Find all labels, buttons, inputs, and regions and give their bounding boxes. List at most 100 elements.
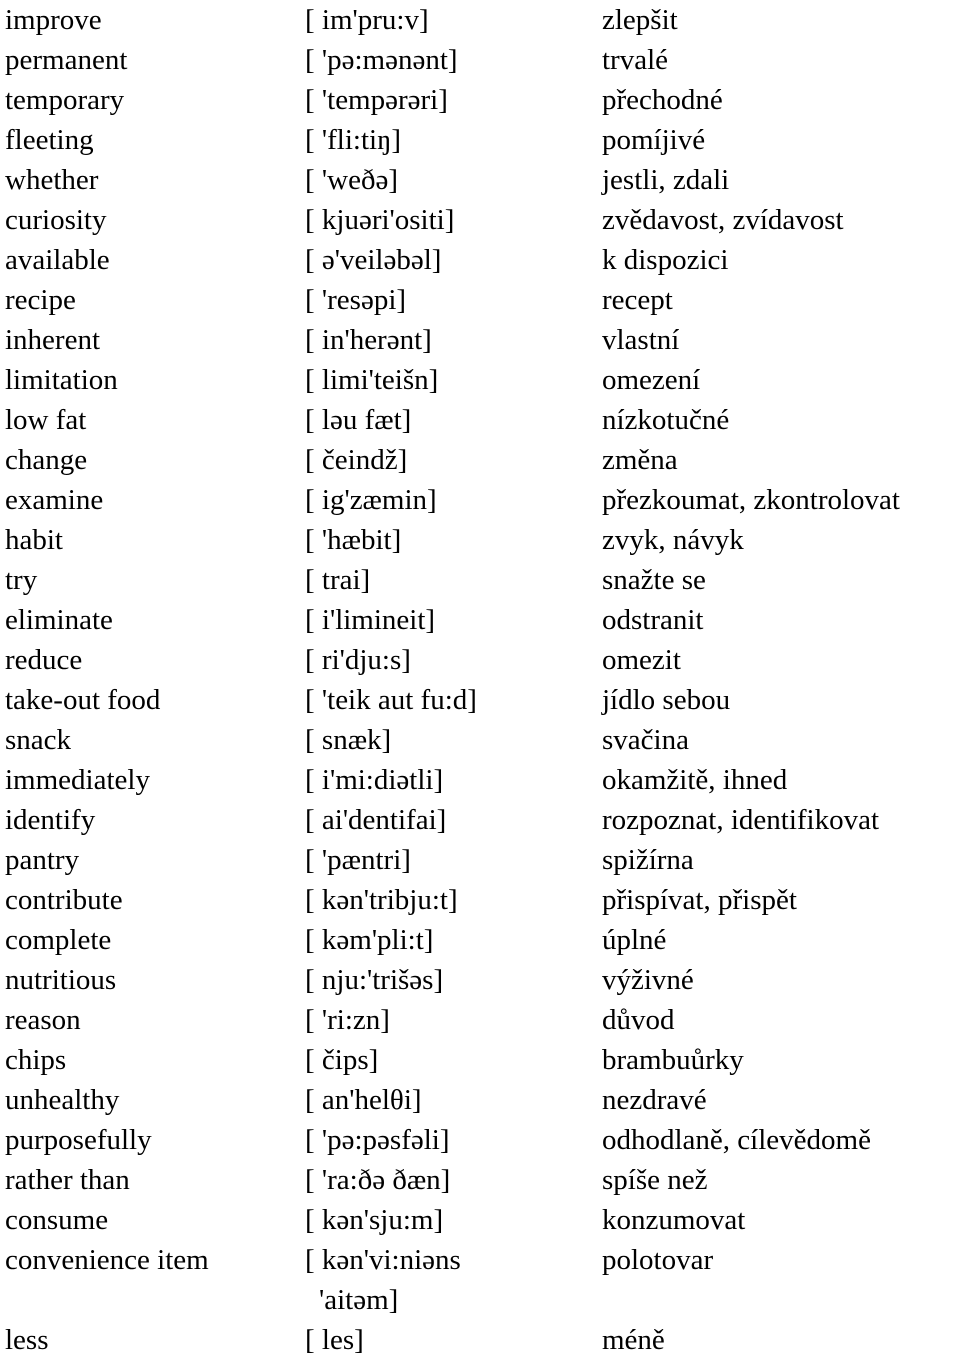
pronunciation-cell: [ čips] — [305, 1044, 379, 1076]
vocabulary-row: purposefully [ 'pə:pəsfəli] odhodlaně, cíl… — [0, 1120, 960, 1160]
pronunciation-cell: [ in'herənt] — [305, 324, 432, 356]
pronunciation-cell: [ ai'dentifai] — [305, 804, 447, 836]
translation-cell: k dispozici — [602, 244, 729, 276]
translation-cell: odstranit — [602, 604, 704, 636]
pronunciation-cell: [ čeindž] — [305, 444, 408, 476]
vocabulary-row: complete [ kəm'pli:t] úplné — [0, 920, 960, 960]
translation-cell-empty — [602, 1280, 960, 1320]
term-cell: unhealthy — [5, 1084, 120, 1116]
term-cell: nutritious — [5, 964, 117, 996]
translation-cell: změna — [602, 444, 678, 476]
translation-cell: přispívat, přispět — [602, 884, 797, 916]
term-cell: contribute — [5, 884, 123, 916]
pronunciation-cell: [ kəm'pli:t] — [305, 924, 434, 956]
pronunciation-cell: [ ri'dju:s] — [305, 644, 411, 676]
translation-cell: vlastní — [602, 324, 680, 356]
term-cell: reason — [5, 1004, 81, 1036]
vocabulary-row: habit [ 'hæbit] zvyk, návyk — [0, 520, 960, 560]
vocabulary-row: reason [ 'ri:zn] důvod — [0, 1000, 960, 1040]
vocabulary-page: improve [ im'pru:v] zlepšit permanent [ 'pə:… — [0, 0, 960, 1356]
pronunciation-cell: [ 'pə:mənənt] — [305, 44, 458, 76]
pronunciation-cell: [ 'weðə] — [305, 164, 398, 196]
translation-cell: jídlo sebou — [602, 684, 731, 716]
term-cell: fleeting — [5, 124, 94, 156]
translation-cell: nezdravé — [602, 1084, 707, 1116]
translation-cell: přezkoumat, zkontrolovat — [602, 484, 900, 516]
term-cell: rather than — [5, 1164, 130, 1196]
pronunciation-cell: [ 'hæbit] — [305, 524, 402, 556]
translation-cell: trvalé — [602, 44, 669, 76]
translation-cell: konzumovat — [602, 1204, 746, 1236]
term-cell: reduce — [5, 644, 83, 676]
pronunciation-cell: [ kən'sju:m] — [305, 1204, 444, 1236]
term-cell: available — [5, 244, 110, 276]
pronunciation-cell: [ i'limineit] — [305, 604, 436, 636]
pronunciation-cell: [ snæk] — [305, 724, 392, 756]
vocabulary-row: pantry [ 'pæntri] spižírna — [0, 840, 960, 880]
vocabulary-row: examine [ ig'zæmin] přezkoumat, zkontrolov… — [0, 480, 960, 520]
vocabulary-row: temporary [ 'tempərəri] přechodné — [0, 80, 960, 120]
term-cell: permanent — [5, 44, 128, 76]
pronunciation-cell: [ 'pæntri] — [305, 844, 411, 876]
term-cell: snack — [5, 724, 72, 756]
translation-cell: méně — [602, 1324, 665, 1356]
vocabulary-row: nutritious [ nju:'trišəs] výživné — [0, 960, 960, 1000]
vocabulary-row: chips [ čips] brambuůrky — [0, 1040, 960, 1080]
vocabulary-row: reduce [ ri'dju:s] omezit — [0, 640, 960, 680]
term-cell: chips — [5, 1044, 67, 1076]
vocabulary-row: snack [ snæk] svačina — [0, 720, 960, 760]
translation-cell: zvědavost, zvídavost — [602, 204, 844, 236]
pronunciation-cell: [ i'mi:diətli] — [305, 764, 444, 796]
pronunciation-cell: [ an'helθi] — [305, 1084, 422, 1116]
term-cell: eliminate — [5, 604, 113, 636]
pronunciation-cell: [ ig'zæmin] — [305, 484, 437, 516]
vocabulary-row: inherent [ in'herənt] vlastní — [0, 320, 960, 360]
vocabulary-table: improve [ im'pru:v] zlepšit permanent [ 'pə:… — [0, 0, 960, 1360]
vocabulary-row: convenience item [ kən'vi:niəns polotovar — [0, 1240, 960, 1280]
translation-cell: omezit — [602, 644, 681, 676]
vocabulary-row: permanent [ 'pə:mənənt] trvalé — [0, 40, 960, 80]
vocabulary-row: eliminate [ i'limineit] odstranit — [0, 600, 960, 640]
term-cell: whether — [5, 164, 99, 196]
vocabulary-table-body: improve [ im'pru:v] zlepšit permanent [ 'pə:… — [0, 0, 960, 1360]
pronunciation-cell: [ ləu fæt] — [305, 404, 412, 436]
term-cell: less — [5, 1324, 49, 1356]
vocabulary-row-continuation: 'aitəm] — [0, 1280, 960, 1320]
pronunciation-cell: [ 'fli:tiŋ] — [305, 124, 402, 156]
translation-cell: přechodné — [602, 84, 723, 116]
translation-cell: polotovar — [602, 1244, 714, 1276]
term-cell: convenience item — [5, 1244, 209, 1276]
pronunciation-cell: [ 'tempərəri] — [305, 84, 448, 116]
translation-cell: důvod — [602, 1004, 675, 1036]
translation-cell: rozpoznat, identifikovat — [602, 804, 880, 836]
vocabulary-row: improve [ im'pru:v] zlepšit — [0, 0, 960, 40]
term-cell: temporary — [5, 84, 125, 116]
translation-cell: snažte se — [602, 564, 706, 596]
translation-cell: spižírna — [602, 844, 694, 876]
pronunciation-cell-continuation: 'aitəm] — [319, 1284, 399, 1316]
term-cell: take-out food — [5, 684, 161, 716]
vocabulary-row: unhealthy [ an'helθi] nezdravé — [0, 1080, 960, 1120]
term-cell: immediately — [5, 764, 150, 796]
translation-cell: omezení — [602, 364, 701, 396]
term-cell: habit — [5, 524, 63, 556]
pronunciation-cell: [ kən'tribju:t] — [305, 884, 458, 916]
translation-cell: svačina — [602, 724, 689, 756]
term-cell: limitation — [5, 364, 118, 396]
term-cell: consume — [5, 1204, 109, 1236]
vocabulary-row: recipe [ 'resəpi] recept — [0, 280, 960, 320]
vocabulary-row: fleeting [ 'fli:tiŋ] pomíjivé — [0, 120, 960, 160]
vocabulary-row: low fat [ ləu fæt] nízkotučné — [0, 400, 960, 440]
term-cell: purposefully — [5, 1124, 152, 1156]
pronunciation-cell: [ 'resəpi] — [305, 284, 407, 316]
pronunciation-cell: [ im'pru:v] — [305, 4, 429, 36]
translation-cell: nízkotučné — [602, 404, 730, 436]
term-cell: inherent — [5, 324, 101, 356]
term-cell: pantry — [5, 844, 80, 876]
pronunciation-cell: [ 'pə:pəsfəli] — [305, 1124, 450, 1156]
term-cell: complete — [5, 924, 112, 956]
translation-cell: pomíjivé — [602, 124, 706, 156]
term-cell: examine — [5, 484, 104, 516]
vocabulary-row: change [ čeindž] změna — [0, 440, 960, 480]
pronunciation-cell: [ 'ra:ðə ðæn] — [305, 1164, 451, 1196]
